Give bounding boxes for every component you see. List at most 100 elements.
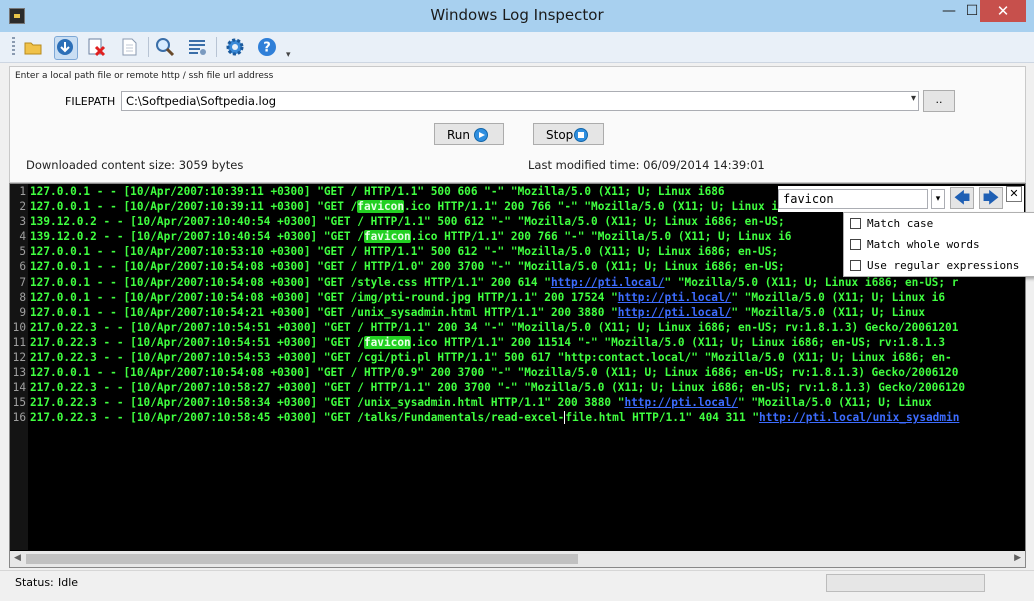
search-icon[interactable]: [154, 36, 176, 58]
toolbar-grip[interactable]: [12, 37, 15, 57]
delete-icon[interactable]: [86, 36, 108, 58]
run-label: Run: [447, 128, 471, 142]
log-text: .ico HTTP/1.1" 200 11514 "-" "Mozilla/5.…: [410, 335, 946, 349]
line-number: 14: [12, 381, 26, 395]
find-close-button[interactable]: ✕: [1006, 186, 1022, 202]
log-line: 8 127.0.0.1 - - [10/Apr/2007:10:54:08 +03…: [10, 290, 965, 305]
scroll-left-icon[interactable]: ◀: [14, 553, 21, 563]
log-text: 139.12.0.2 - - [10/Apr/2007:10:40:54 +03…: [30, 230, 364, 244]
log-text: 127.0.0.1 - - [10/Apr/2007:10:39:11 +030…: [30, 185, 725, 198]
log-link[interactable]: http://pti.local/: [551, 276, 665, 289]
option-label: Match case: [867, 217, 934, 230]
log-line: 14 217.0.22.3 - - [10/Apr/2007:10:58:27 +…: [10, 380, 965, 395]
svg-text:?: ?: [263, 41, 271, 56]
log-line: 9 127.0.0.1 - - [10/Apr/2007:10:54:21 +03…: [10, 305, 965, 320]
settings-gear-icon[interactable]: [224, 36, 246, 58]
toolbar: ? ▾: [0, 32, 1034, 63]
log-text: 127.0.0.1 - - [10/Apr/2007:10:39:11 +030…: [30, 200, 358, 214]
text-cursor: f: [564, 411, 573, 425]
log-text: 217.0.22.3 - - [10/Apr/2007:10:54:53 +03…: [30, 351, 952, 365]
search-match-highlight: favicon: [363, 335, 411, 349]
line-number: 5: [19, 245, 26, 259]
scroll-right-icon[interactable]: ▶: [1014, 553, 1021, 563]
log-text: 127.0.0.1 - - [10/Apr/2007:10:53:10 +030…: [30, 245, 779, 259]
find-options-menu: Match case Match whole words Use regular…: [843, 212, 1034, 277]
filepath-combobox[interactable]: C:\Softpedia\Softpedia.log ▾: [121, 91, 919, 111]
toolbar-separator: [216, 37, 217, 57]
status-value: Idle: [58, 576, 79, 589]
log-text: 217.0.22.3 - - [10/Apr/2007:10:58:34 +03…: [30, 396, 625, 410]
filepath-value[interactable]: C:\Softpedia\Softpedia.log: [126, 94, 276, 108]
line-number: 16: [12, 411, 26, 425]
log-text: 217.0.22.3 - - [10/Apr/2007:10:58:45 +03…: [30, 411, 565, 425]
log-line: 15 217.0.22.3 - - [10/Apr/2007:10:58:34 +…: [10, 395, 965, 410]
close-button[interactable]: ✕: [980, 0, 1026, 22]
find-next-button[interactable]: 🡆: [979, 187, 1003, 209]
browse-button[interactable]: ..: [923, 90, 955, 112]
title-bar: Windows Log Inspector — ☐ ✕: [0, 0, 1034, 33]
log-link[interactable]: http://pti.local/unix_sysadmin: [759, 411, 959, 424]
horizontal-scrollbar[interactable]: ◀ ▶: [10, 551, 1025, 567]
log-text: 127.0.0.1 - - [10/Apr/2007:10:54:08 +030…: [30, 275, 551, 289]
log-text: 127.0.0.1 - - [10/Apr/2007:10:54:08 +030…: [30, 290, 618, 304]
list-settings-icon[interactable]: [186, 36, 208, 58]
log-text: 217.0.22.3 - - [10/Apr/2007:10:54:51 +03…: [30, 335, 364, 349]
log-line: 13 127.0.0.1 - - [10/Apr/2007:10:54:08 +0…: [10, 365, 965, 380]
log-text: 127.0.0.1 - - [10/Apr/2007:10:54:08 +030…: [30, 366, 959, 380]
log-text: 127.0.0.1 - - [10/Apr/2007:10:54:08 +030…: [30, 260, 785, 274]
checkbox[interactable]: [850, 239, 861, 250]
log-line: 6 127.0.0.1 - - [10/Apr/2007:10:54:08 +03…: [10, 259, 965, 274]
find-input-value[interactable]: favicon: [783, 192, 834, 206]
line-number: 13: [12, 366, 26, 380]
search-match-highlight: favicon: [363, 230, 411, 244]
checkbox[interactable]: [850, 218, 861, 229]
log-text: .ico HTTP/1.1" 200 766 "-" "Mozilla/5.0 …: [410, 230, 792, 244]
log-text: 217.0.22.3 - - [10/Apr/2007:10:54:51 +03…: [30, 320, 959, 334]
find-input[interactable]: favicon: [778, 189, 928, 209]
option-label: Use regular expressions: [867, 259, 1020, 272]
log-text: 139.12.0.2 - - [10/Apr/2007:10:40:54 +03…: [30, 215, 785, 229]
run-button[interactable]: Run: [434, 123, 504, 145]
log-text: ile.html HTTP/1.1" 404 311 ": [572, 411, 760, 425]
app-window: Windows Log Inspector — ☐ ✕ ? ▾ Enter a …: [0, 0, 1034, 601]
line-number: 15: [12, 396, 26, 410]
log-link[interactable]: http://pti.local/: [618, 306, 732, 319]
progress-bar: [826, 574, 985, 592]
log-line: 3 139.12.0.2 - - [10/Apr/2007:10:40:54 +0…: [10, 214, 965, 229]
open-folder-icon[interactable]: [22, 36, 44, 58]
find-options-dropdown[interactable]: ▾: [931, 189, 945, 209]
line-number: 4: [19, 230, 26, 244]
line-number: 8: [19, 290, 26, 304]
scrollbar-thumb[interactable]: [26, 554, 578, 564]
stop-label: Stop: [546, 128, 574, 142]
log-link[interactable]: http://pti.local/: [618, 291, 732, 304]
download-icon[interactable]: [54, 36, 78, 60]
toolbar-overflow-icon[interactable]: ▾: [286, 50, 291, 60]
log-text: .ico HTTP/1.1" 200 766 "-" "Mozilla/5.0 …: [404, 200, 785, 214]
search-match-highlight: favicon: [357, 200, 405, 214]
log-line: 11 217.0.22.3 - - [10/Apr/2007:10:54:51 +…: [10, 335, 965, 350]
log-text: " "Mozilla/5.0 (X11; U; Linux: [731, 305, 926, 319]
line-number: 7: [19, 275, 26, 289]
log-text: " "Mozilla/5.0 (X11; U; Linux i6: [731, 290, 946, 304]
log-line: 12 217.0.22.3 - - [10/Apr/2007:10:54:53 +…: [10, 350, 965, 365]
find-previous-button[interactable]: 🡄: [950, 187, 974, 209]
chevron-down-icon[interactable]: ▾: [911, 93, 916, 104]
window-title: Windows Log Inspector: [430, 6, 604, 24]
line-number: 9: [19, 305, 26, 319]
log-text: " "Mozilla/5.0 (X11; U; Linux i686; en-U…: [664, 275, 959, 289]
log-text: " "Mozilla/5.0 (X11; U; Linux: [737, 396, 932, 410]
help-icon[interactable]: ?: [256, 36, 278, 58]
log-link[interactable]: http://pti.local/: [624, 396, 738, 409]
line-number: 11: [12, 335, 26, 349]
line-number: 12: [12, 351, 26, 365]
status-bar: Status: Idle: [0, 570, 1034, 601]
line-number: 10: [12, 320, 26, 334]
status-label: Status:: [15, 576, 54, 589]
log-text: 217.0.22.3 - - [10/Apr/2007:10:58:27 +03…: [30, 381, 966, 395]
new-document-icon[interactable]: [118, 36, 140, 58]
log-text: 127.0.0.1 - - [10/Apr/2007:10:54:21 +030…: [30, 305, 618, 319]
input-panel: Enter a local path file or remote http /…: [9, 66, 1026, 183]
checkbox[interactable]: [850, 260, 861, 271]
stop-button[interactable]: Stop: [533, 123, 604, 145]
